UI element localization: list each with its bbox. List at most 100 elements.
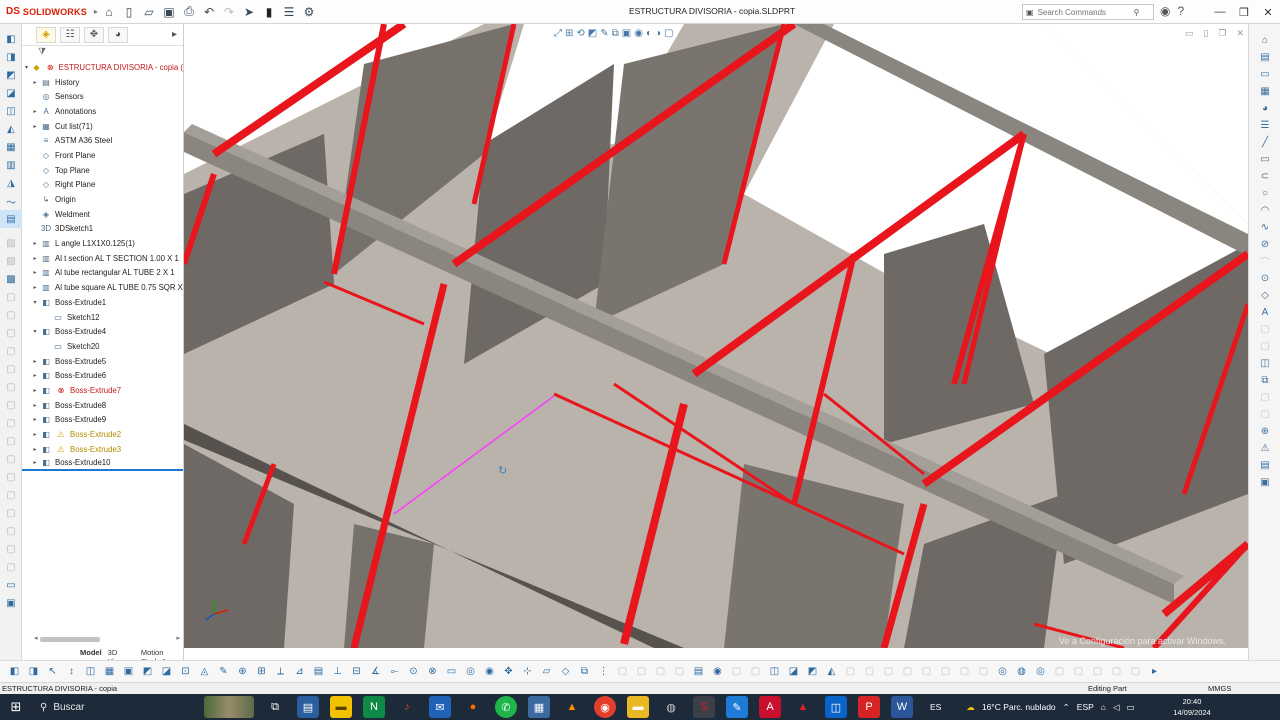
featuremanager-tab-icon[interactable]: ◈ [36, 26, 56, 43]
bottom-tool-icon[interactable]: ◍ [1013, 663, 1030, 680]
bottom-tool-icon[interactable]: ◫ [82, 663, 99, 680]
dim-tool-icon-8[interactable]: ▢ [0, 396, 22, 414]
tree-item[interactable]: ▸ ◧ Boss-Extrude5 [22, 354, 183, 369]
view-orientation-icon[interactable]: ⧉ [612, 28, 619, 39]
bottom-tool-icon[interactable]: ◫ [766, 663, 783, 680]
battery-icon[interactable]: ▭ [1126, 702, 1134, 713]
settings-app-icon[interactable]: ◍ [660, 696, 682, 718]
folder-icon[interactable]: ▬ [627, 696, 649, 718]
bottom-tool-icon[interactable]: ◪ [785, 663, 802, 680]
bottom-tool-icon[interactable]: ▢ [747, 663, 764, 680]
bottom-tool-icon[interactable]: ▢ [1070, 663, 1087, 680]
tree-item[interactable]: ◇ Front Plane [22, 148, 183, 163]
bottom-tool-icon[interactable]: ⧉ [576, 663, 593, 680]
bottom-tool-icon[interactable]: ▢ [728, 663, 745, 680]
bottom-tool-icon[interactable]: ◎ [1032, 663, 1049, 680]
bottom-tool-icon[interactable]: ▢ [861, 663, 878, 680]
bottom-tool-icon[interactable]: ⊗ [424, 663, 441, 680]
expand-arrow-icon[interactable]: ▾ [30, 299, 40, 306]
tree-item[interactable]: ▸ ▥ Al tube square AL TUBE 0.75 SQR X [22, 280, 183, 295]
tree-item[interactable]: ▾ ◧ Boss-Extrude1 [22, 295, 183, 310]
expand-arrow-icon[interactable]: ▸ [30, 79, 40, 86]
undo-icon[interactable]: ↶ [200, 3, 218, 21]
search-commands[interactable]: ▣ ⚲ [1022, 4, 1154, 20]
tree-root[interactable]: ▾ ◆ ⊗ ESTRUCTURA DIVISORIA - copia ( [22, 60, 183, 75]
solidworks-resources-icon[interactable]: ⌂ [1249, 32, 1280, 49]
outlook-new-icon[interactable]: ◫ [825, 696, 847, 718]
bottom-tool-icon[interactable]: ⊡ [177, 663, 194, 680]
bottom-tool-icon[interactable]: ↖ [44, 663, 61, 680]
search-input[interactable] [1037, 7, 1130, 17]
tree-item[interactable]: ▸ A Annotations [22, 104, 183, 119]
model-render[interactable] [184, 24, 1248, 648]
store-icon[interactable]: ▤ [297, 696, 319, 718]
tree-item[interactable]: ▸ ◧ ⚠ Boss-Extrude2 [22, 427, 183, 442]
menu-arrow-icon[interactable]: ▸ [94, 7, 98, 16]
tree-item[interactable]: ▸ ◧ Boss-Extrude6 [22, 368, 183, 383]
expand-arrow-icon[interactable]: ▸ [30, 269, 40, 276]
redo-icon[interactable]: ↷ [220, 3, 238, 21]
bottom-tool-icon[interactable]: ∡ [367, 663, 384, 680]
expand-arrow-icon[interactable]: ▸ [30, 416, 40, 423]
bottom-tool-icon[interactable]: ◩ [139, 663, 156, 680]
view-palette-icon[interactable]: ▦ [1249, 83, 1280, 100]
bottom-tool-icon[interactable]: ⊟ [348, 663, 365, 680]
dim-pane-icon-4[interactable]: ▢ [1249, 406, 1280, 423]
appearances-icon[interactable]: ◕ [1249, 100, 1280, 117]
pdf-reader-icon[interactable]: P [858, 696, 880, 718]
tree-item[interactable]: ▸ ▥ L angle L1X1X0.125(1) [22, 236, 183, 251]
configurationmanager-tab-icon[interactable]: ✥ [84, 26, 104, 43]
sketch-tool-icon[interactable]: ▭ [0, 576, 22, 594]
tree-item[interactable]: ≡ ASTM A36 Steel [22, 133, 183, 148]
outlook-icon[interactable]: ✉ [429, 696, 451, 718]
viewport-tile-icon[interactable]: ▯ [1203, 28, 1208, 39]
dim-tool-icon-4[interactable]: ▢ [0, 324, 22, 342]
rebuild-icon[interactable]: ▮ [260, 3, 278, 21]
tree-item[interactable]: ▭ Sketch20 [22, 339, 183, 354]
keyboard-layout-label[interactable]: ESP [1077, 702, 1094, 712]
bottom-tool-icon[interactable]: ▢ [633, 663, 650, 680]
file-explorer-icon[interactable]: ▭ [1249, 66, 1280, 83]
user-icon[interactable]: ◉ [1160, 4, 1170, 18]
home-icon[interactable]: ⌂ [100, 3, 118, 21]
expand-arrow-icon[interactable]: ▸ [30, 459, 40, 466]
autocad-icon[interactable]: ▲ [792, 696, 814, 718]
bottom-tool-icon[interactable]: ▢ [937, 663, 954, 680]
whatsapp-icon[interactable]: ✆ [495, 696, 517, 718]
dim-tool-icon-12[interactable]: ▢ [0, 468, 22, 486]
dim-tool-icon-1[interactable]: ▨ [0, 252, 22, 270]
bottom-tool-icon[interactable]: ⟂ [272, 663, 289, 680]
previous-view-icon[interactable]: ⟲ [576, 28, 584, 39]
expand-arrow-icon[interactable]: ▸ [30, 240, 40, 247]
bottom-tool-icon[interactable]: ▢ [652, 663, 669, 680]
tree-item[interactable]: ◎ Sensors [22, 89, 183, 104]
dim-tool-icon-3[interactable]: ▢ [0, 306, 22, 324]
bottom-tool-icon[interactable]: ▢ [671, 663, 688, 680]
mirror-tool-icon[interactable]: ◮ [0, 174, 22, 192]
dim-pane-icon-3[interactable]: ▢ [1249, 389, 1280, 406]
scroll-thumb[interactable] [40, 637, 100, 642]
dim-tool-icon-9[interactable]: ▢ [0, 414, 22, 432]
bottom-tool-icon[interactable]: ▢ [956, 663, 973, 680]
expand-arrow-icon[interactable]: ▸ [30, 123, 40, 130]
zoom-area-icon[interactable]: ⊞ [565, 28, 573, 39]
tab-motion-study[interactable]: Motion Study 1 [141, 648, 184, 666]
bottom-tool-icon[interactable]: ⊞ [253, 663, 270, 680]
dim-pane-icon-1[interactable]: ▢ [1249, 321, 1280, 338]
circle-icon[interactable]: ○ [1249, 185, 1280, 202]
dim-tool-icon-7[interactable]: ▢ [0, 378, 22, 396]
expand-arrow-icon[interactable]: ▸ [30, 446, 40, 453]
display-style-icon[interactable]: ▣ [622, 28, 631, 39]
taskbar-clock[interactable]: 20:40 14/09/2024 [1170, 696, 1214, 718]
bottom-tool-icon[interactable]: ◨ [25, 663, 42, 680]
search-icon[interactable]: ⚲ [1134, 8, 1140, 17]
tab-3d-views[interactable]: 3D Views [108, 648, 135, 666]
spline-icon[interactable]: ∿ [1249, 219, 1280, 236]
point-icon[interactable]: ⊙ [1249, 270, 1280, 287]
dim-tool-icon-11[interactable]: ▢ [0, 450, 22, 468]
expand-arrow-icon[interactable]: ▸ [30, 387, 40, 394]
open-folder-icon[interactable]: ▱ [140, 3, 158, 21]
plane-icon[interactable]: ◇ [1249, 287, 1280, 304]
music-icon[interactable]: ● [462, 696, 484, 718]
dynamic-annotation-icon[interactable]: ✎ [600, 28, 608, 39]
